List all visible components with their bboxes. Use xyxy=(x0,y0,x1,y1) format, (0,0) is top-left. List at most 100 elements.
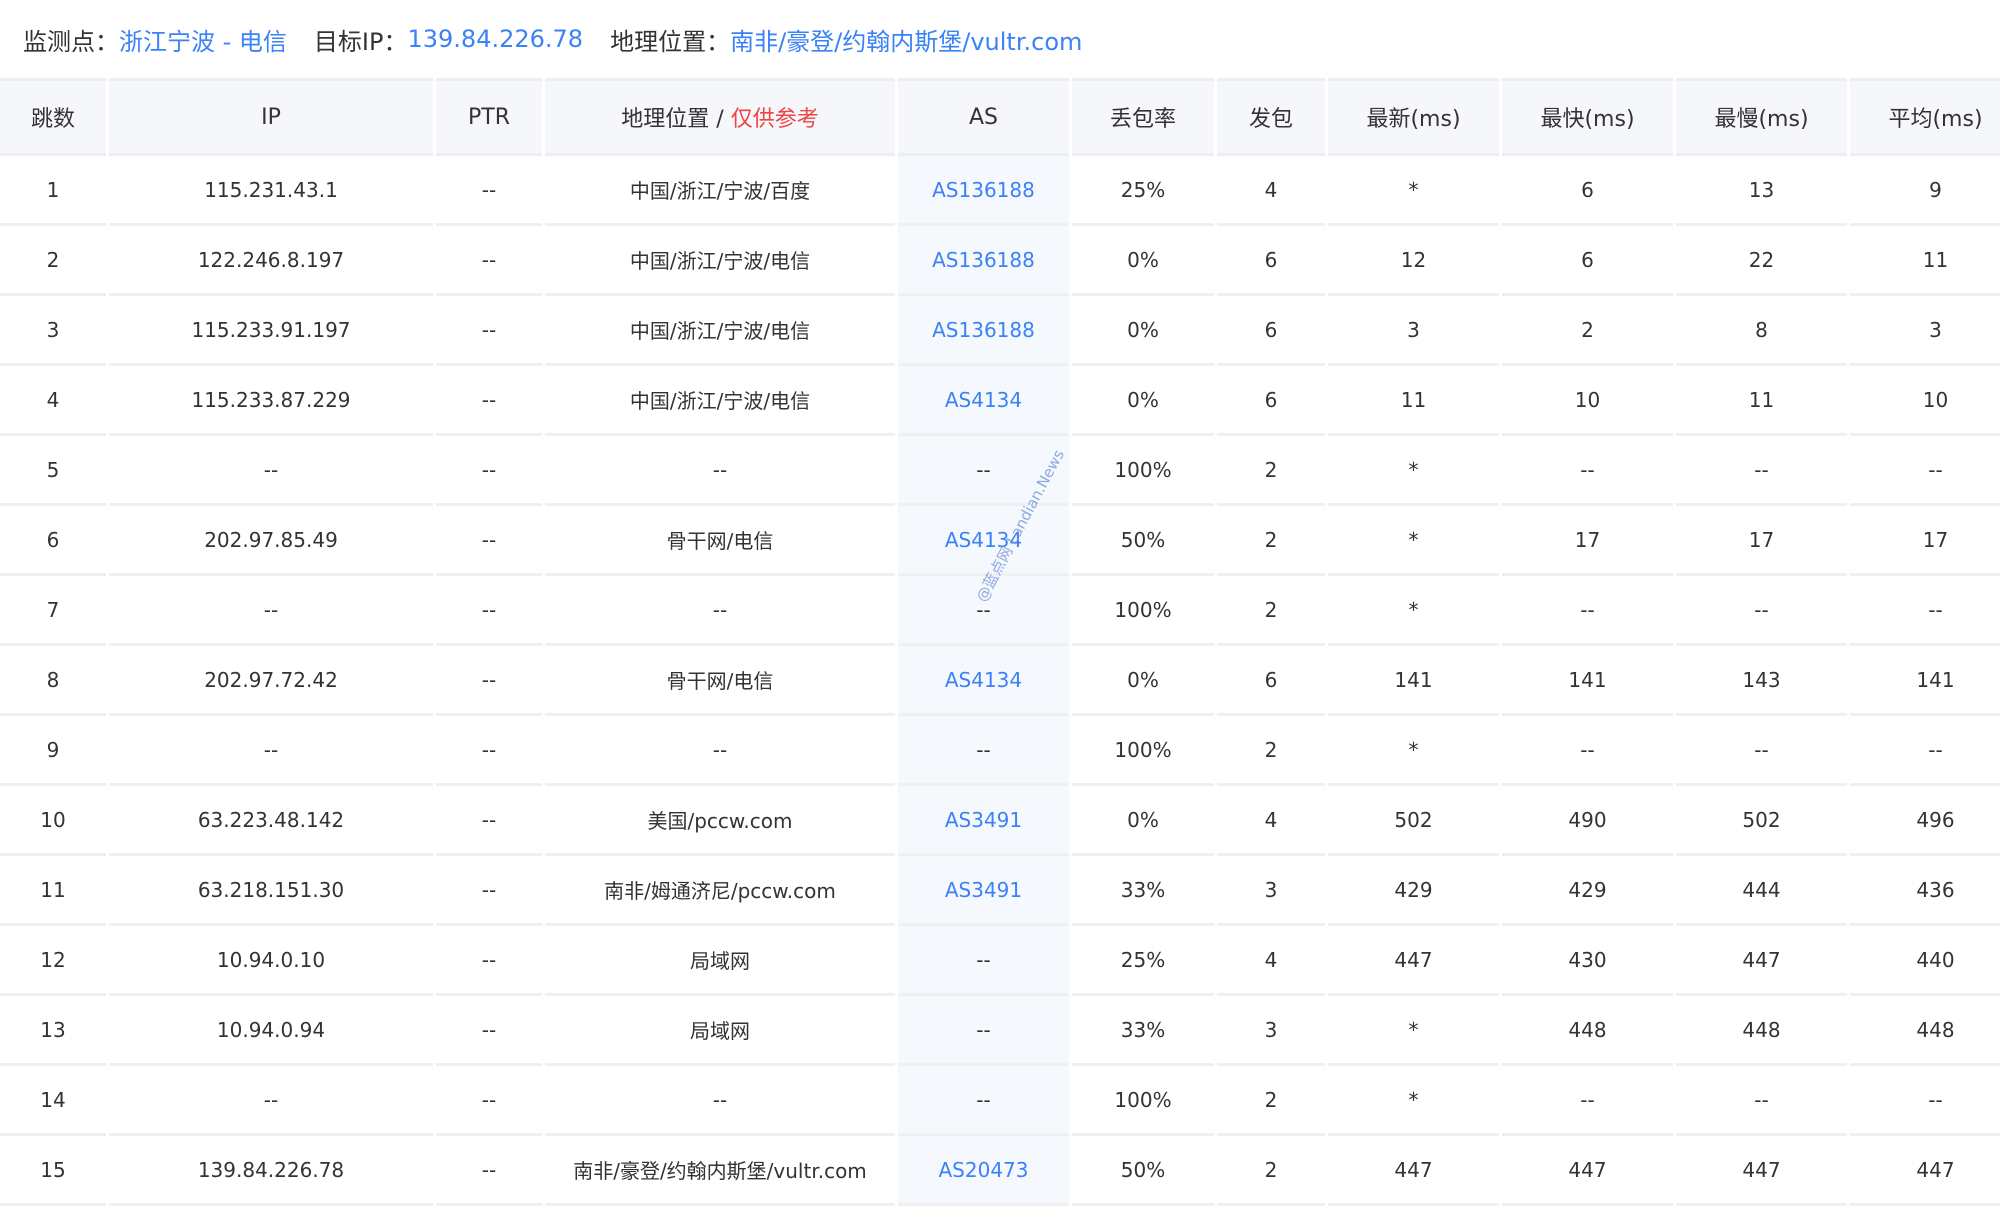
as-link[interactable]: AS4134 xyxy=(898,646,1069,716)
table-row: 14 -- -- -- -- 100% 2 * -- -- -- xyxy=(0,1066,2000,1136)
cell-ip: 63.223.48.142 xyxy=(109,786,433,856)
cell-best: 10 xyxy=(1502,366,1673,436)
cell-loss: 0% xyxy=(1072,296,1214,366)
cell-ip: -- xyxy=(109,436,433,506)
info-header: 监测点： 浙江宁波 - 电信 目标IP： 139.84.226.78 地理位置：… xyxy=(0,0,2000,78)
cell-geo: -- xyxy=(545,576,895,646)
cell-last: 447 xyxy=(1328,1136,1499,1206)
cell-avg: 10 xyxy=(1850,366,2000,436)
cell-ip: 63.218.151.30 xyxy=(109,856,433,926)
table-row: 13 10.94.0.94 -- 局域网 -- 33% 3 * 448 448 448 xyxy=(0,996,2000,1066)
cell-hop: 11 xyxy=(0,856,106,926)
cell-last: * xyxy=(1328,156,1499,226)
cell-geo: -- xyxy=(545,436,895,506)
cell-hop: 4 xyxy=(0,366,106,436)
as-link[interactable]: AS4134 xyxy=(898,366,1069,436)
cell-ptr: -- xyxy=(436,996,542,1066)
cell-best: 6 xyxy=(1502,156,1673,226)
col-sent: 发包 xyxy=(1217,78,1325,156)
cell-avg: 440 xyxy=(1850,926,2000,996)
cell-ip: 115.233.91.197 xyxy=(109,296,433,366)
as-link[interactable]: AS136188 xyxy=(898,156,1069,226)
cell-hop: 5 xyxy=(0,436,106,506)
cell-ip: -- xyxy=(109,1066,433,1136)
cell-worst: 502 xyxy=(1676,786,1847,856)
col-hop: 跳数 xyxy=(0,78,106,156)
col-last: 最新(ms) xyxy=(1328,78,1499,156)
as-link[interactable]: AS3491 xyxy=(898,786,1069,856)
table-row: 11 63.218.151.30 -- 南非/姆通济尼/pccw.com AS3491 3… xyxy=(0,856,2000,926)
col-best: 最快(ms) xyxy=(1502,78,1673,156)
cell-worst: 447 xyxy=(1676,1136,1847,1206)
cell-sent: 2 xyxy=(1217,506,1325,576)
as-link[interactable]: AS136188 xyxy=(898,226,1069,296)
cell-ptr: -- xyxy=(436,576,542,646)
table-row: 8 202.97.72.42 -- 骨干网/电信 AS4134 0% 6 141 141 143 1… xyxy=(0,646,2000,716)
cell-ip: 115.231.43.1 xyxy=(109,156,433,226)
cell-ptr: -- xyxy=(436,1136,542,1206)
cell-hop: 6 xyxy=(0,506,106,576)
cell-last: 11 xyxy=(1328,366,1499,436)
col-ip: IP xyxy=(109,78,433,156)
col-geo-note: 仅供参考 xyxy=(730,107,819,132)
cell-ip: -- xyxy=(109,716,433,786)
cell-last: 3 xyxy=(1328,296,1499,366)
cell-avg: 447 xyxy=(1850,1136,2000,1206)
cell-geo: -- xyxy=(545,1066,895,1136)
cell-sent: 4 xyxy=(1217,156,1325,226)
cell-as: -- xyxy=(898,996,1069,1066)
cell-geo: 中国/浙江/宁波/电信 xyxy=(545,226,895,296)
as-link[interactable]: AS136188 xyxy=(898,296,1069,366)
cell-sent: 2 xyxy=(1217,576,1325,646)
cell-best: -- xyxy=(1502,436,1673,506)
cell-avg: -- xyxy=(1850,576,2000,646)
cell-avg: 3 xyxy=(1850,296,2000,366)
cell-best: 447 xyxy=(1502,1136,1673,1206)
cell-loss: 33% xyxy=(1072,996,1214,1066)
cell-best: 429 xyxy=(1502,856,1673,926)
cell-sent: 3 xyxy=(1217,856,1325,926)
cell-best: -- xyxy=(1502,1066,1673,1136)
cell-ptr: -- xyxy=(436,506,542,576)
cell-ip: 202.97.72.42 xyxy=(109,646,433,716)
cell-ip: -- xyxy=(109,576,433,646)
as-link[interactable]: AS4134 xyxy=(898,506,1069,576)
cell-worst: -- xyxy=(1676,1066,1847,1136)
cell-hop: 10 xyxy=(0,786,106,856)
cell-loss: 100% xyxy=(1072,716,1214,786)
cell-hop: 1 xyxy=(0,156,106,226)
cell-ptr: -- xyxy=(436,226,542,296)
cell-loss: 0% xyxy=(1072,366,1214,436)
cell-avg: 436 xyxy=(1850,856,2000,926)
as-link[interactable]: AS3491 xyxy=(898,856,1069,926)
cell-ip: 202.97.85.49 xyxy=(109,506,433,576)
cell-ptr: -- xyxy=(436,296,542,366)
cell-worst: -- xyxy=(1676,576,1847,646)
cell-last: 502 xyxy=(1328,786,1499,856)
cell-avg: 9 xyxy=(1850,156,2000,226)
cell-loss: 33% xyxy=(1072,856,1214,926)
cell-last: * xyxy=(1328,436,1499,506)
cell-geo: 南非/豪登/约翰内斯堡/vultr.com xyxy=(545,1136,895,1206)
cell-last: 447 xyxy=(1328,926,1499,996)
cell-loss: 50% xyxy=(1072,1136,1214,1206)
col-avg: 平均(ms) xyxy=(1850,78,2000,156)
col-worst: 最慢(ms) xyxy=(1676,78,1847,156)
cell-geo: 骨干网/电信 xyxy=(545,506,895,576)
table-row: 3 115.233.91.197 -- 中国/浙江/宁波/电信 AS136188 0% 6 3… xyxy=(0,296,2000,366)
cell-sent: 2 xyxy=(1217,1136,1325,1206)
cell-ptr: -- xyxy=(436,156,542,226)
cell-hop: 15 xyxy=(0,1136,106,1206)
monitor-value: 浙江宁波 - 电信 xyxy=(119,27,287,56)
cell-loss: 25% xyxy=(1072,156,1214,226)
cell-loss: 0% xyxy=(1072,786,1214,856)
as-link[interactable]: AS20473 xyxy=(898,1136,1069,1206)
cell-ip: 10.94.0.94 xyxy=(109,996,433,1066)
cell-worst: 11 xyxy=(1676,366,1847,436)
target-ip-label: 目标IP： xyxy=(313,27,408,56)
cell-hop: 3 xyxy=(0,296,106,366)
cell-hop: 7 xyxy=(0,576,106,646)
cell-ip: 115.233.87.229 xyxy=(109,366,433,436)
geo-label: 地理位置： xyxy=(610,27,731,56)
table-row: 2 122.246.8.197 -- 中国/浙江/宁波/电信 AS136188 0% 6 12… xyxy=(0,226,2000,296)
